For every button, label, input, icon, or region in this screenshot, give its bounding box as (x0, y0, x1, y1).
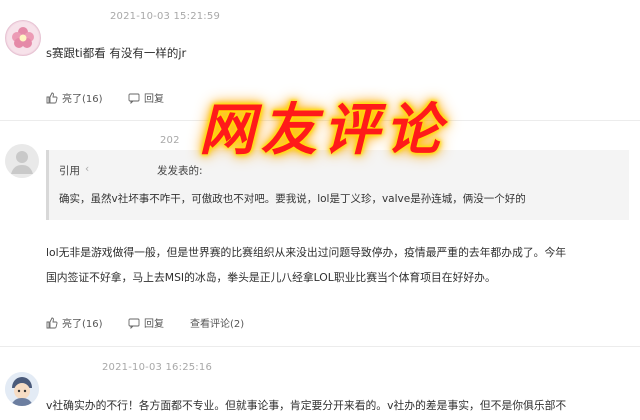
reply-icon (128, 318, 140, 329)
comment-timestamp: 2021-10-03 16:25:16 (102, 362, 213, 373)
comment-text: s赛跟ti都看 有没有一样的jr (46, 46, 187, 60)
reply-label: 回复 (144, 94, 164, 105)
comment-divider (0, 346, 640, 347)
avatar[interactable] (5, 20, 41, 56)
comment-text: v社确实办的不行！各方面都不专业。但就事论事，肯定要分开来看的。v社办的差是事实… (46, 399, 567, 412)
reply-icon (128, 93, 140, 104)
quote-prefix: 引用 (59, 165, 80, 177)
like-label: 亮了(16) (62, 319, 103, 330)
reply-button[interactable]: 回复 (128, 90, 164, 105)
comment-body-line: lol无非是游戏做得一般，但是世界赛的比赛组织从来没出过问题导致停办，疫情最严重… (46, 246, 567, 259)
quote-user-marker: ‹ (85, 163, 90, 175)
like-icon (46, 317, 58, 328)
cartoon-avatar-icon (5, 372, 39, 406)
quote-text: 确实，虽然v社坏事不咋干，可傲政也不对吧。要我说，lol是丁义珍，valve是孙… (59, 193, 526, 205)
avatar[interactable] (5, 372, 39, 406)
like-icon (46, 92, 58, 103)
comment-body-line: 国内签证不好拿，马上去MSI的冰岛，拳头是正儿八经拿LOL职业比赛当个体育项目在… (46, 271, 496, 284)
overlay-banner: 网友评论 (199, 97, 447, 163)
reply-button[interactable]: 回复 (128, 315, 164, 330)
view-replies-label: 查看评论(2) (190, 319, 245, 330)
like-label: 亮了(16) (62, 94, 103, 105)
comment-timestamp: 202 (160, 135, 180, 146)
like-button[interactable]: 亮了(16) (46, 90, 103, 105)
default-avatar-icon (5, 144, 39, 178)
quote-suffix: 发发表的: (157, 165, 203, 177)
view-replies-link[interactable]: 查看评论(2) (190, 315, 244, 330)
like-button[interactable]: 亮了(16) (46, 315, 103, 330)
flower-avatar-icon (7, 22, 39, 54)
reply-label: 回复 (144, 319, 164, 330)
avatar[interactable] (5, 144, 39, 178)
comment-timestamp: 2021-10-03 15:21:59 (110, 11, 221, 22)
